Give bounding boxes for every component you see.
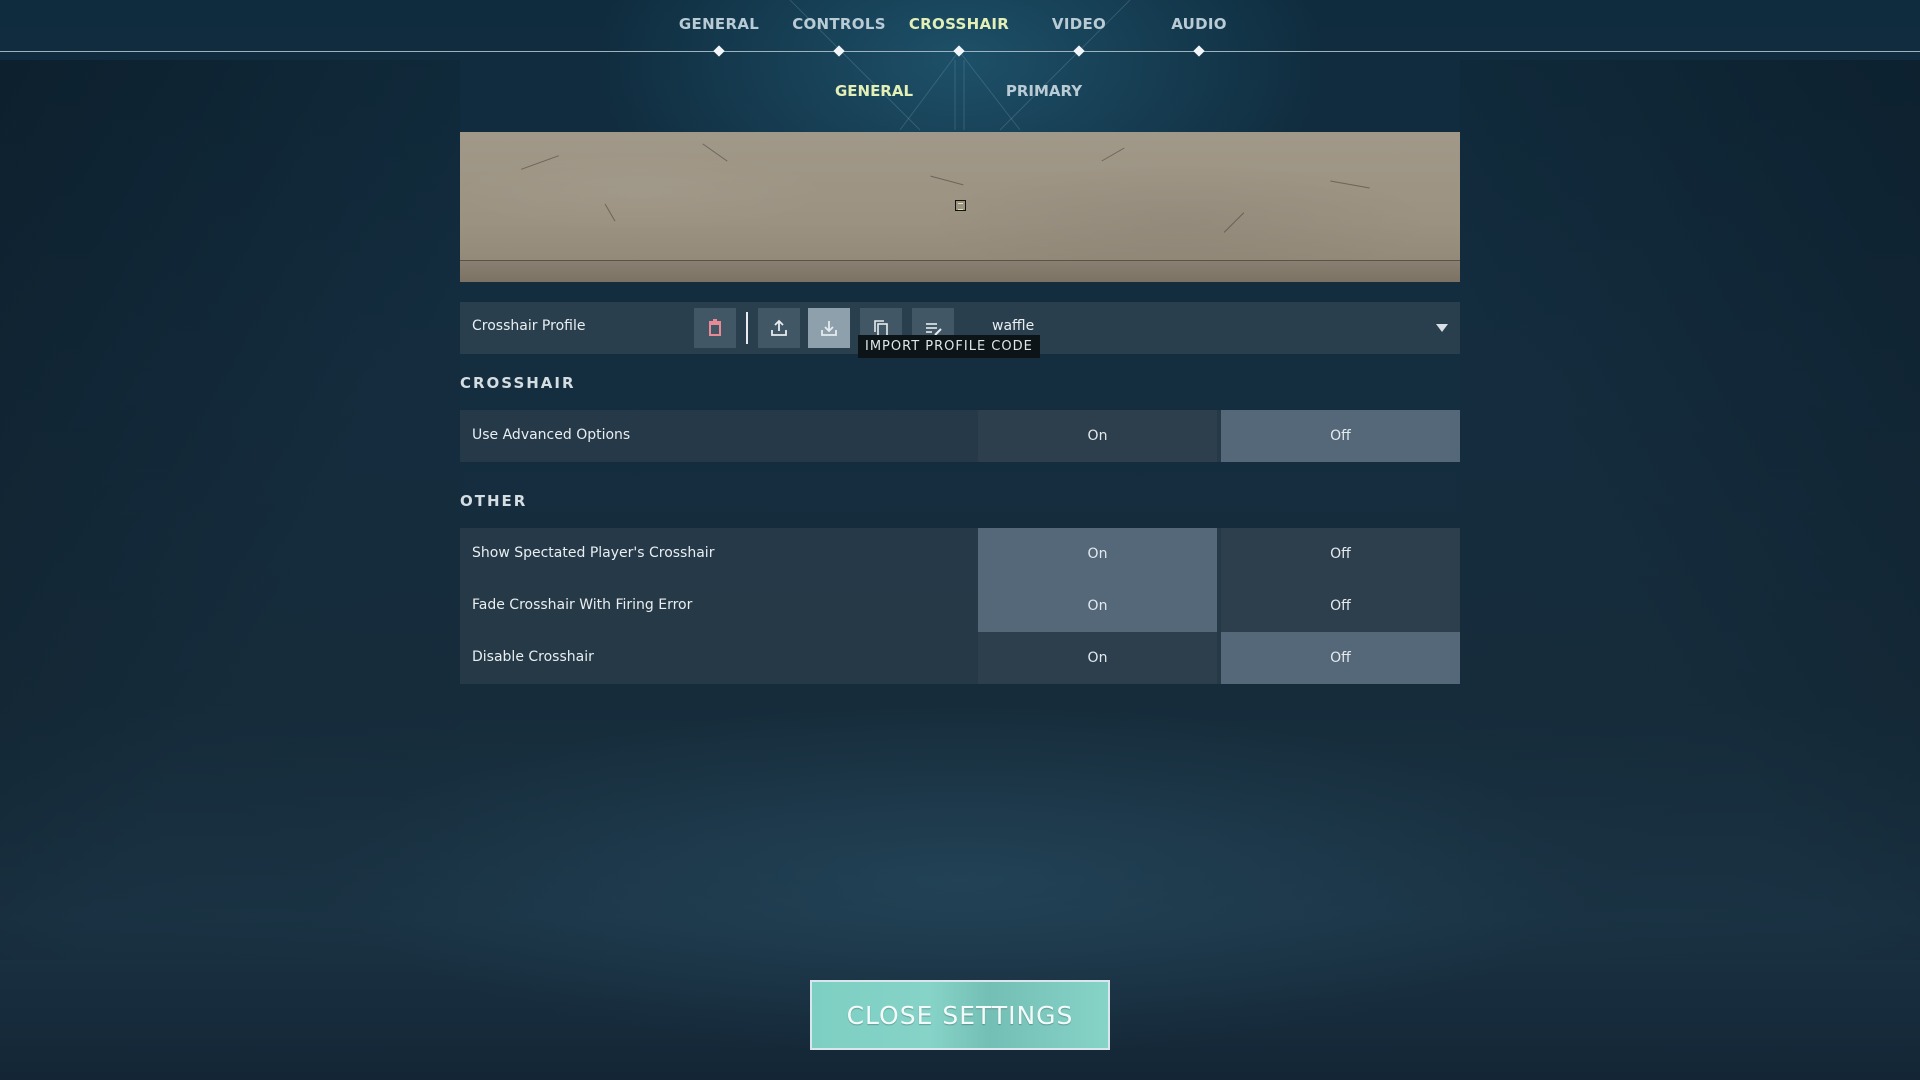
- option-on[interactable]: On: [978, 580, 1217, 632]
- setting-label: Show Spectated Player's Crosshair: [472, 545, 715, 561]
- subtab-general[interactable]: GENERAL: [809, 82, 939, 100]
- download-icon: [821, 321, 837, 336]
- wall-texture: [702, 143, 728, 162]
- wall-texture: [1101, 147, 1125, 162]
- option-off[interactable]: Off: [1221, 410, 1460, 462]
- tab-marker-icon: [1193, 45, 1205, 57]
- delete-profile-button[interactable]: [694, 308, 736, 348]
- setting-label: Fade Crosshair With Firing Error: [472, 597, 693, 613]
- option-off[interactable]: Off: [1221, 528, 1460, 580]
- top-navigation: GENERAL CONTROLS CROSSHAIR VIDEO AUDIO: [0, 0, 1920, 60]
- wall-texture: [930, 175, 964, 186]
- crosshair-reticle-icon: [955, 200, 966, 211]
- tab-marker-icon: [833, 45, 845, 57]
- option-off[interactable]: Off: [1221, 580, 1460, 632]
- setting-label: Disable Crosshair: [472, 649, 594, 665]
- wall-texture: [1330, 180, 1370, 189]
- import-profile-tooltip: IMPORT PROFILE CODE: [858, 335, 1040, 358]
- setting-row-show-spectated-crosshair: Show Spectated Player's Crosshair On Off: [460, 528, 1460, 580]
- setting-row-fade-crosshair-firing-error: Fade Crosshair With Firing Error On Off: [460, 580, 1460, 632]
- option-on[interactable]: On: [978, 528, 1217, 580]
- setting-row-disable-crosshair: Disable Crosshair On Off: [460, 632, 1460, 684]
- profile-label: Crosshair Profile: [472, 318, 586, 334]
- toolbar-divider: [746, 312, 748, 344]
- background-shadow-left: [0, 60, 460, 960]
- close-settings-button[interactable]: CLOSE SETTINGS: [810, 980, 1110, 1050]
- profile-selected-value: waffle: [992, 318, 1035, 334]
- tab-crosshair[interactable]: CROSSHAIR: [889, 15, 1029, 33]
- wall-texture: [1223, 212, 1245, 233]
- tab-marker-icon: [1073, 45, 1085, 57]
- upload-icon: [771, 319, 787, 336]
- tab-marker-icon: [713, 45, 725, 57]
- export-profile-button[interactable]: [758, 308, 800, 348]
- setting-label: Use Advanced Options: [472, 427, 631, 443]
- tab-controls[interactable]: CONTROLS: [769, 15, 909, 33]
- chevron-down-icon: [1436, 324, 1448, 332]
- crosshair-preview: [460, 132, 1460, 282]
- option-on[interactable]: On: [978, 632, 1217, 684]
- tab-audio[interactable]: AUDIO: [1129, 15, 1269, 33]
- profile-select-dropdown[interactable]: [980, 302, 1460, 354]
- option-off[interactable]: Off: [1221, 632, 1460, 684]
- section-header-crosshair: CROSSHAIR: [460, 374, 576, 392]
- tab-video[interactable]: VIDEO: [1009, 15, 1149, 33]
- tab-general[interactable]: GENERAL: [649, 15, 789, 33]
- tab-marker-icon: [953, 45, 965, 57]
- trash-icon: [709, 319, 721, 336]
- subtab-primary[interactable]: PRIMARY: [979, 82, 1109, 100]
- wall-bricks: [460, 260, 1460, 282]
- setting-row-use-advanced-options: Use Advanced Options On Off: [460, 410, 1460, 462]
- wall-texture: [521, 155, 559, 170]
- import-profile-button[interactable]: [808, 308, 850, 348]
- option-on[interactable]: On: [978, 410, 1217, 462]
- section-header-other: OTHER: [460, 492, 528, 510]
- background-shadow-right: [1460, 60, 1920, 960]
- wall-texture: [604, 203, 616, 222]
